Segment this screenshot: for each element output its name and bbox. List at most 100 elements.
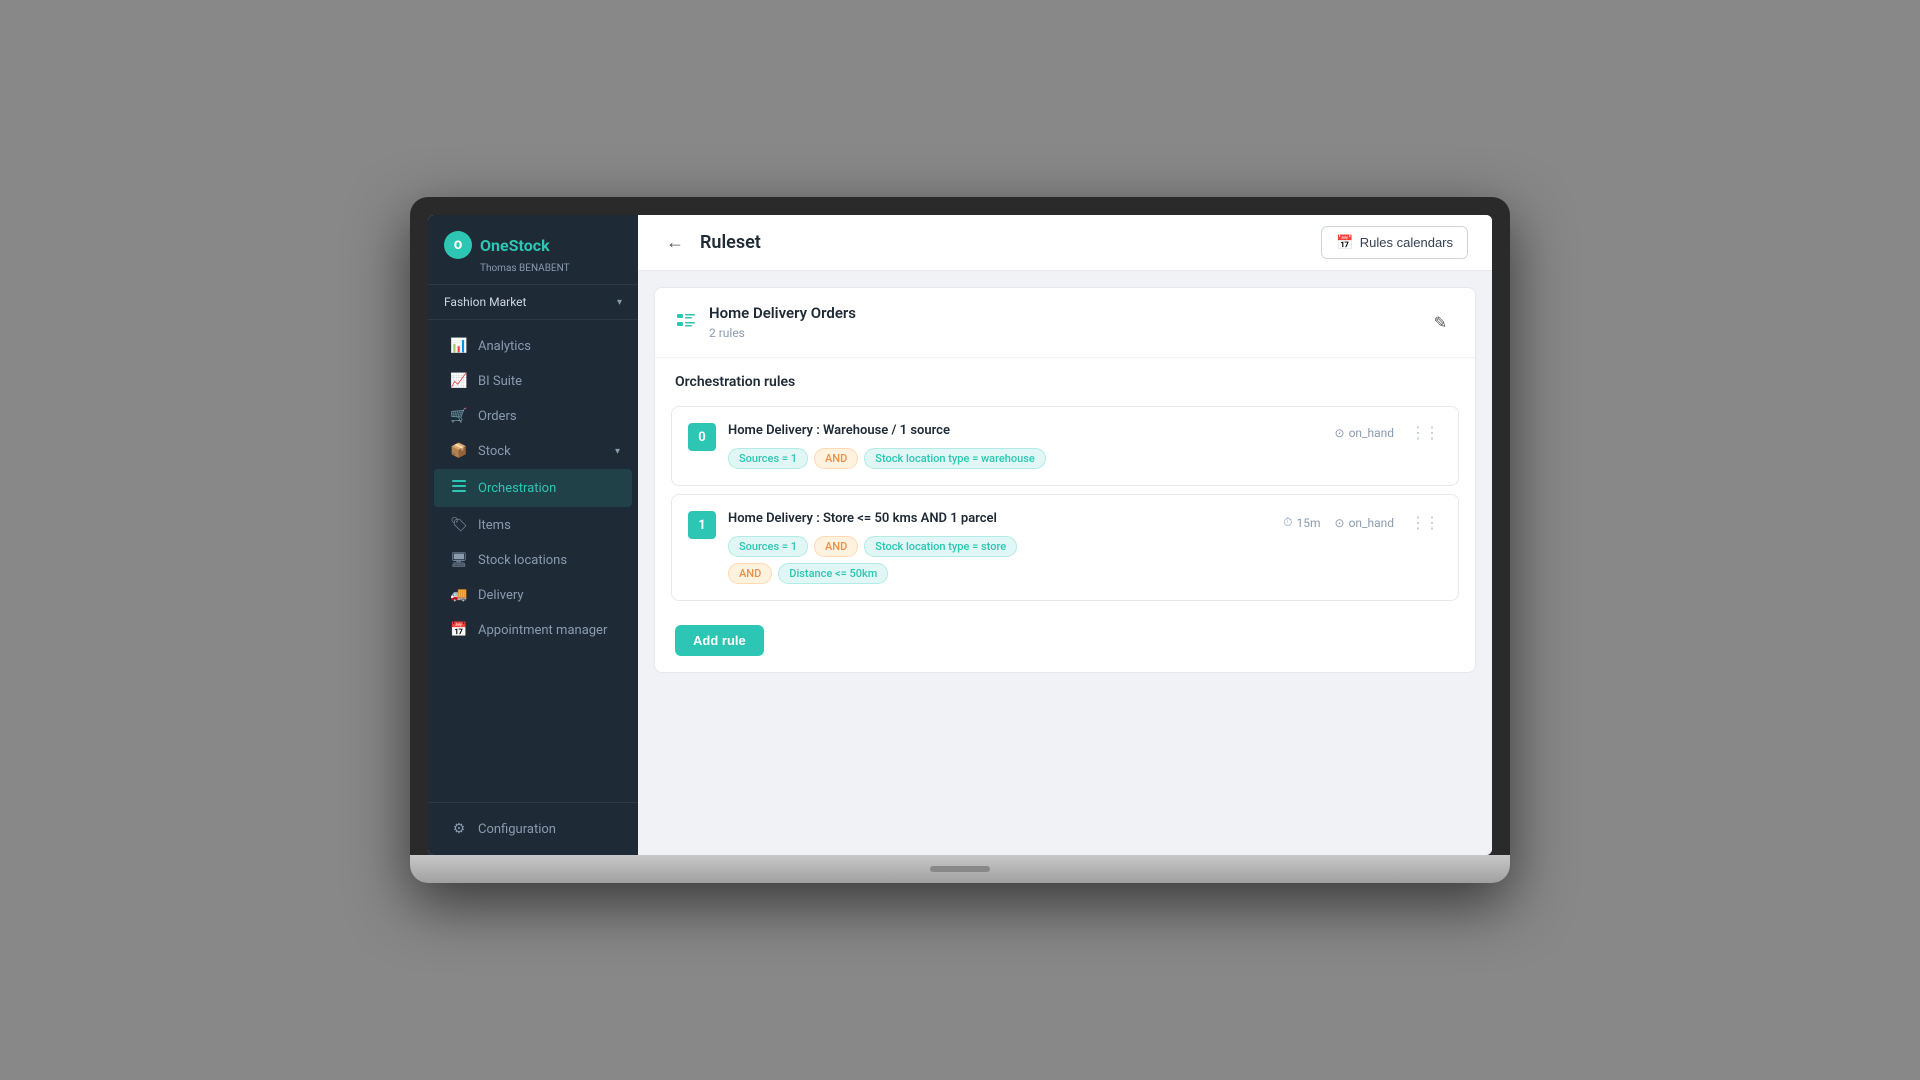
ruleset-header: Home Delivery Orders 2 rules ✎ xyxy=(655,288,1475,358)
rule-meta-time-1: ⏱ 15m xyxy=(1283,515,1320,530)
sidebar-item-label: Stock locations xyxy=(478,553,567,568)
rule-tag-and-2: AND xyxy=(814,536,858,557)
rule-meta-onhand-1: ⊙ on_hand xyxy=(1335,516,1394,530)
stock-icon: 📦 xyxy=(450,443,468,459)
section-title: Orchestration rules xyxy=(675,374,1455,390)
bi-suite-icon: 📈 xyxy=(450,373,468,389)
rule-meta-1: ⏱ 15m ⊙ on_hand xyxy=(1283,515,1394,530)
sidebar-item-configuration[interactable]: ⚙ Configuration xyxy=(434,812,632,846)
rule-title-0: Home Delivery : Warehouse / 1 source xyxy=(728,423,1335,438)
add-rule-button[interactable]: Add rule xyxy=(675,625,764,656)
rule-tag-sources: Sources = 1 xyxy=(728,448,808,469)
time-label-1: 15m xyxy=(1297,516,1321,530)
rule-meta-0: ⊙ on_hand xyxy=(1335,426,1394,440)
orchestration-icon xyxy=(450,478,468,498)
rule-content-0: Home Delivery : Warehouse / 1 source Sou… xyxy=(728,423,1335,469)
ruleset-title-row: Home Delivery Orders 2 rules xyxy=(675,304,856,341)
rule-tag-sources-1: Sources = 1 xyxy=(728,536,808,557)
sidebar-item-orders[interactable]: 🛒 Orders xyxy=(434,399,632,433)
sidebar-item-label: Appointment manager xyxy=(478,623,607,638)
onhand-label-1: on_hand xyxy=(1349,516,1394,530)
brand-name: OneStock xyxy=(480,236,550,255)
sidebar-item-stock-locations[interactable]: 🖥 Stock locations xyxy=(434,543,632,577)
onhand-icon-0: ⊙ xyxy=(1335,426,1345,440)
rules-calendars-button[interactable]: 📅 Rules calendars xyxy=(1321,226,1468,259)
rule-tag-warehouse: Stock location type = warehouse xyxy=(864,448,1046,469)
rule-tag-and-3: AND xyxy=(728,563,772,584)
sidebar-item-analytics[interactable]: 📊 Analytics xyxy=(434,329,632,363)
back-button[interactable]: ← xyxy=(662,228,688,257)
laptop-frame: O OneStock Thomas BENABENT Fashion Marke… xyxy=(410,197,1510,883)
drag-handle-1[interactable]: ⋮⋮ xyxy=(1406,513,1442,532)
topbar-right: 📅 Rules calendars xyxy=(1321,226,1468,259)
onhand-label-0: on_hand xyxy=(1349,426,1394,440)
sidebar-item-label: Analytics xyxy=(478,339,531,354)
orders-icon: 🛒 xyxy=(450,408,468,424)
user-name: Thomas BENABENT xyxy=(480,263,622,274)
rule-number-badge-0: 0 xyxy=(688,423,716,451)
rule-tag-and-1: AND xyxy=(814,448,858,469)
edit-button[interactable]: ✎ xyxy=(1426,309,1455,337)
rule-card-inner-1: 1 Home Delivery : Store <= 50 kms AND 1 … xyxy=(688,511,1442,584)
rule-title-1: Home Delivery : Store <= 50 kms AND 1 pa… xyxy=(728,511,1283,526)
app-container: O OneStock Thomas BENABENT Fashion Marke… xyxy=(428,215,1492,855)
rule-card-right-1: ⏱ 15m ⊙ on_hand ⋮⋮ xyxy=(1283,513,1442,532)
rule-number-badge-1: 1 xyxy=(688,511,716,539)
analytics-icon: 📊 xyxy=(450,338,468,354)
rules-calendars-label: Rules calendars xyxy=(1360,235,1453,250)
appointment-icon: 📅 xyxy=(450,622,468,638)
rule-card-inner-0: 0 Home Delivery : Warehouse / 1 source S… xyxy=(688,423,1442,469)
laptop-notch xyxy=(930,866,990,872)
rule-tag-distance: Distance <= 50km xyxy=(778,563,888,584)
store-selector[interactable]: Fashion Market ▾ xyxy=(428,285,638,320)
ruleset-title: Home Delivery Orders xyxy=(709,304,856,322)
rule-card-1: 1 Home Delivery : Store <= 50 kms AND 1 … xyxy=(671,494,1459,601)
sidebar-item-label: Orders xyxy=(478,409,517,424)
orchestration-rules-header: Orchestration rules xyxy=(655,358,1475,398)
rule-tags-row-0: Sources = 1 AND Stock location type = wa… xyxy=(728,448,1335,469)
sidebar-item-label: Stock xyxy=(478,444,511,459)
sidebar-item-delivery[interactable]: 🚚 Delivery xyxy=(434,578,632,612)
rule-content-1: Home Delivery : Store <= 50 kms AND 1 pa… xyxy=(728,511,1283,584)
sidebar-item-label: Items xyxy=(478,518,511,533)
calendar-icon: 📅 xyxy=(1336,234,1353,251)
content-area: Home Delivery Orders 2 rules ✎ Orchestra… xyxy=(638,271,1492,855)
brand-name-part2: Stock xyxy=(509,236,550,255)
rule-meta-onhand-0: ⊙ on_hand xyxy=(1335,426,1394,440)
stock-locations-icon: 🖥 xyxy=(450,552,468,568)
topbar-left: ← Ruleset xyxy=(662,228,761,257)
rule-card-right-0: ⊙ on_hand ⋮⋮ xyxy=(1335,423,1442,442)
sidebar-item-bi-suite[interactable]: 📈 BI Suite xyxy=(434,364,632,398)
sidebar-item-label: Configuration xyxy=(478,822,556,837)
ruleset-container: Home Delivery Orders 2 rules ✎ Orchestra… xyxy=(654,287,1476,673)
sidebar-item-orchestration[interactable]: Orchestration xyxy=(434,469,632,507)
rule-tags-row2-1: AND Distance <= 50km xyxy=(728,563,1283,584)
brand-logo: O xyxy=(444,231,472,259)
sidebar-header: O OneStock Thomas BENABENT xyxy=(428,215,638,285)
rule-tags-row1-1: Sources = 1 AND Stock location type = st… xyxy=(728,536,1283,557)
clock-icon-1: ⏱ xyxy=(1283,515,1292,530)
sidebar-item-stock[interactable]: 📦 Stock xyxy=(434,434,632,468)
items-icon: 🏷 xyxy=(450,517,468,533)
ruleset-title-info: Home Delivery Orders 2 rules xyxy=(709,304,856,341)
brand-name-part1: One xyxy=(480,236,509,255)
delivery-icon: 🚚 xyxy=(450,587,468,603)
sidebar-item-label: BI Suite xyxy=(478,374,522,389)
main-content: ← Ruleset 📅 Rules calendars xyxy=(638,215,1492,855)
add-rule-section: Add rule xyxy=(655,609,1475,672)
sidebar-bottom: ⚙ Configuration xyxy=(428,802,638,855)
sidebar-item-label: Orchestration xyxy=(478,481,556,496)
onhand-icon-1: ⊙ xyxy=(1335,516,1345,530)
sidebar-item-appointment-manager[interactable]: 📅 Appointment manager xyxy=(434,613,632,647)
chevron-down-icon: ▾ xyxy=(617,297,622,308)
configuration-icon: ⚙ xyxy=(450,821,468,837)
drag-handle-0[interactable]: ⋮⋮ xyxy=(1406,423,1442,442)
brand-row: O OneStock xyxy=(444,231,622,259)
ruleset-list-icon xyxy=(675,309,697,336)
ruleset-subtitle: 2 rules xyxy=(709,326,745,340)
logo-letter: O xyxy=(454,238,462,252)
store-name: Fashion Market xyxy=(444,295,526,309)
sidebar-nav: 📊 Analytics 📈 BI Suite 🛒 Orders 📦 Stock xyxy=(428,320,638,802)
sidebar-item-items[interactable]: 🏷 Items xyxy=(434,508,632,542)
sidebar: O OneStock Thomas BENABENT Fashion Marke… xyxy=(428,215,638,855)
